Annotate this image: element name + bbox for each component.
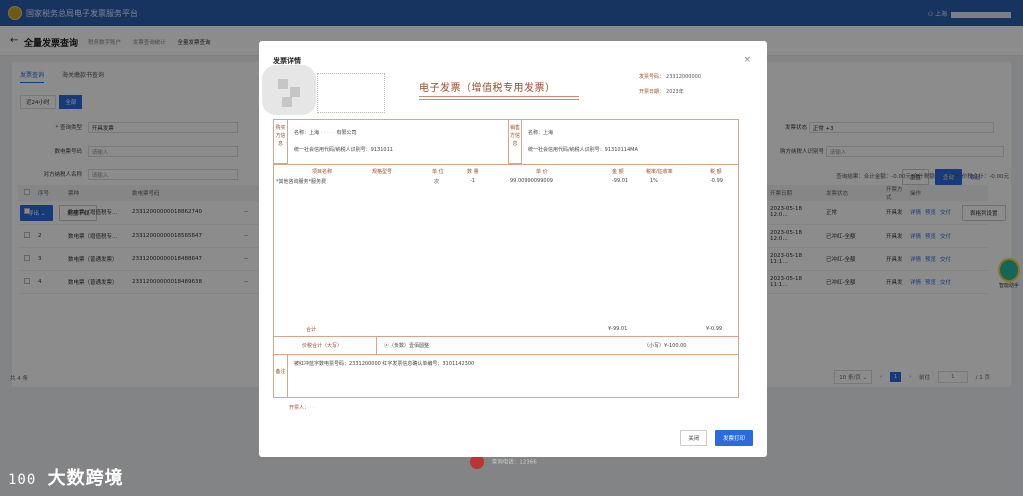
- subtotal-amount: ¥-99.01: [608, 326, 628, 332]
- footer: 查询电话：12366: [470, 455, 537, 469]
- total-label: 价税合计（大写）: [302, 343, 343, 349]
- item-unit: 次: [434, 179, 440, 185]
- item-header: 数 量: [467, 169, 479, 175]
- close-button[interactable]: 关闭: [680, 430, 708, 446]
- seller-tax-id: 统一社会信用代码/纳税人识别号：91310114MA: [528, 147, 638, 153]
- watermark-text: 大数跨境: [47, 468, 124, 489]
- invoice-date: 开票日期： 2023年: [639, 89, 684, 95]
- item-price: 99.00990099009: [510, 178, 553, 184]
- divider: [274, 336, 738, 337]
- seal-area: [317, 73, 385, 113]
- watermark: 100 大数跨境: [8, 464, 124, 490]
- item-header: 金 额: [612, 169, 624, 175]
- footer-emblem-icon: [470, 455, 484, 469]
- item-qty: -1: [470, 178, 475, 184]
- invoice-detail-modal: 发票详情 × 电子发票（增值税专用发票） 发票号码： 23312000000 开票…: [259, 41, 767, 457]
- total-words: ⓧ（负数）壹佰圆整: [384, 343, 430, 349]
- title-underline: [419, 99, 579, 100]
- divider: [376, 336, 377, 354]
- item-header: 项目名称: [312, 169, 333, 175]
- item-header: 规格型号: [372, 169, 393, 175]
- subtotal-label: 合计: [306, 327, 317, 333]
- item-header: 税 额: [710, 169, 722, 175]
- remark-label: 备注: [274, 354, 288, 398]
- modal-actions: 关闭 发票打印: [674, 430, 753, 446]
- title-underline: [419, 96, 579, 97]
- buyer-label: 购买方信息: [274, 120, 288, 164]
- total-small: （小写）¥-100.00: [644, 343, 687, 349]
- close-icon[interactable]: ×: [743, 55, 751, 65]
- buyer-name: 名称：上海 · · · · · 有限公司: [294, 130, 357, 136]
- item-tax: -0.99: [710, 178, 723, 184]
- item-amount: -99.01: [612, 178, 629, 184]
- seller-label: 销售方信息: [508, 120, 522, 164]
- watermark-logo: 100: [8, 472, 37, 488]
- invoice-number: 发票号码： 23312000000: [639, 74, 702, 80]
- subtotal-tax: ¥-0.99: [706, 326, 723, 332]
- item-rate: 1%: [650, 178, 658, 184]
- redacted-qr-icon: [262, 65, 316, 115]
- invoice-title: 电子发票（增值税专用发票）: [419, 83, 556, 94]
- print-invoice-button[interactable]: 发票打印: [714, 430, 753, 446]
- seller-name: 名称：上海: [528, 130, 554, 136]
- divider: [274, 354, 738, 355]
- item-name: *其他咨询服务*服务费: [276, 179, 327, 185]
- item-header: 税率/征收率: [646, 169, 673, 175]
- drawer: 开票人：· · ·: [289, 405, 315, 411]
- footer-text: 查询电话：12366: [491, 459, 537, 466]
- remark-text: 被红冲蓝字数电票号码：2331200000 红字发票信息确认单编号：310114…: [294, 361, 475, 367]
- divider: [274, 164, 738, 165]
- buyer-tax-id: 统一社会信用代码/纳税人识别号：9131011: [294, 147, 393, 153]
- item-header: 单 位: [432, 169, 444, 175]
- invoice-table: 购买方信息 销售方信息 名称：上海 · · · · · 有限公司 统一社会信用代…: [273, 119, 739, 398]
- item-header: 单 价: [536, 169, 548, 175]
